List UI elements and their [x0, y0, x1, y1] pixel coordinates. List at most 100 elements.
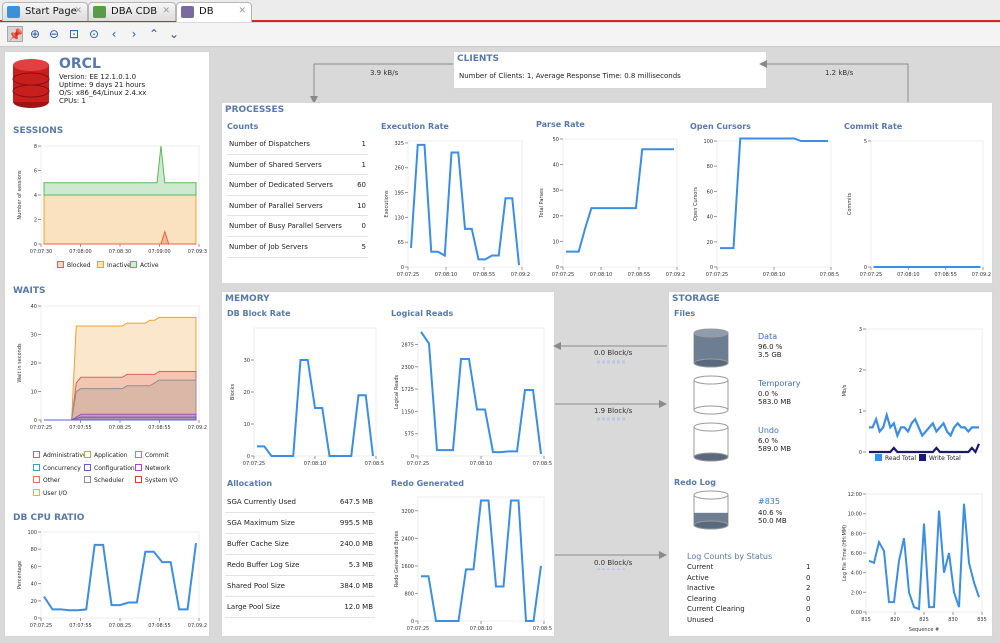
y-tick-label: 3200	[401, 509, 414, 515]
forward-icon[interactable]: ›	[126, 26, 142, 42]
x-tick-label: 07:08:55	[533, 626, 552, 632]
zoom-out-icon[interactable]: ⊖	[46, 26, 62, 42]
waits-title: WAITS	[13, 286, 46, 296]
pin-icon[interactable]: 📌	[7, 26, 23, 42]
y-tick-label: 0	[247, 454, 250, 460]
x-tick-label: 07:07:25	[397, 272, 419, 278]
y-tick-label: 130	[394, 215, 404, 221]
x-tick-label: 07:08:10	[470, 626, 492, 632]
close-icon[interactable]: ✕	[238, 3, 246, 20]
files-title: Files	[674, 309, 696, 318]
count-label: Number of Parallel Servers	[229, 201, 323, 210]
allocation-label: Buffer Cache Size	[227, 540, 289, 548]
y-tick-label: 2300	[401, 365, 414, 371]
cursors-title: Open Cursors	[690, 122, 751, 131]
tab-bar: ? Start Page ✕ DBA CDB ✕ DB Instance ✕	[0, 0, 1000, 34]
y-axis-label: Blocks	[230, 384, 236, 401]
count-label: Number of Dedicated Servers	[229, 181, 333, 190]
y-tick-label: 12:00	[848, 492, 862, 498]
x-tick-label: 07:08:55	[365, 461, 384, 467]
file-pct: 96.0 %	[758, 343, 783, 351]
logcount-value: 2	[806, 584, 811, 593]
y-tick-label: 0	[710, 265, 713, 271]
allocation-value: 240.0 MB	[339, 540, 373, 548]
db-uptime: Uptime: 9 days 21 hours	[59, 81, 146, 89]
redo-size: 50.0 MB	[758, 517, 787, 525]
x-tick-label: 07:08:10	[435, 272, 457, 278]
legend-waits-item: User I/O	[33, 488, 67, 497]
tab-dba-cdb[interactable]: DBA CDB ✕	[88, 2, 176, 21]
logreads-chart: 0 575 1150 1725 2300 2875 07:07:25 07:08:10 07:0…	[388, 320, 555, 470]
y-tick-label: 4:00	[851, 571, 862, 577]
counts-row: Number of Job Servers 5	[227, 237, 368, 258]
y-tick-label: 0	[34, 616, 37, 622]
data-point	[958, 266, 960, 268]
tab-db-instance[interactable]: DB Instance ✕	[176, 2, 252, 34]
allocation-row: Shared Pool Size 384.0 MB	[225, 576, 375, 597]
zoom-reset-icon[interactable]: ⊙	[86, 26, 102, 42]
blockrate-title: DB Block Rate	[227, 309, 291, 318]
zoom-in-icon[interactable]: ⊕	[27, 26, 43, 42]
count-value: 10	[357, 201, 366, 210]
up-icon[interactable]: ⌃	[146, 26, 162, 42]
legend-waits-item: Application	[84, 451, 128, 459]
data-point	[894, 266, 896, 268]
zoom-fit-icon[interactable]: ⊡	[66, 26, 82, 42]
y-tick-label: 1	[859, 409, 862, 415]
redo-name[interactable]: #835	[758, 497, 780, 506]
redo-pct: 40.6 %	[758, 509, 783, 517]
block-flow-arrows	[553, 342, 667, 570]
y-axis-label: Wait in seconds	[17, 343, 23, 383]
memory-panel: MEMORY DB Block Rate 0 10 20 30 07:07:25 07:0…	[221, 291, 555, 637]
start-page-icon	[7, 6, 20, 18]
y-tick-label: 80	[31, 547, 37, 553]
redo-title: Redo Log	[674, 478, 716, 487]
processes-panel: PROCESSES Counts Number of Dispatchers 1 N…	[221, 102, 994, 284]
parse-chart: 0 10 20 30 40 50 07:07:25 07:08:10 07:08:55 07:09…	[533, 131, 688, 281]
data-point	[943, 266, 946, 268]
back-icon[interactable]: ‹	[106, 26, 122, 42]
client-arrows	[310, 60, 909, 104]
legend-active: Active	[130, 261, 159, 269]
toolbar: 📌 ⊕ ⊖ ⊡ ⊙ ‹ › ⌃ ⌄	[0, 23, 1000, 47]
file-name[interactable]: Temporary	[758, 379, 800, 388]
close-icon[interactable]: ✕	[74, 3, 82, 20]
logreads-title: Logical Reads	[391, 309, 454, 318]
down-icon[interactable]: ⌄	[166, 26, 182, 42]
counts-row: Number of Dedicated Servers 60	[227, 175, 368, 196]
file-name[interactable]: Data	[758, 332, 777, 341]
y-tick-label: 20	[553, 214, 559, 220]
close-icon[interactable]: ✕	[162, 3, 170, 20]
logcount-label: Unused	[687, 616, 714, 624]
y-tick-label: 40	[553, 163, 559, 169]
data-point	[880, 266, 882, 268]
x-tick-label: 07:09:00	[148, 249, 170, 255]
y-axis-label: Commits	[847, 192, 853, 215]
logcount-value: 0	[806, 616, 811, 624]
database-icon	[93, 6, 106, 18]
x-tick-label: 07:07:25	[30, 623, 52, 629]
y-tick-label: 4	[34, 193, 37, 199]
legend-waits-item: Configuration	[84, 463, 135, 472]
exec-title: Execution Rate	[381, 122, 449, 131]
x-tick-label: 07:07:30	[30, 249, 52, 255]
logcount-label: Current	[687, 563, 714, 571]
file-name[interactable]: Undo	[758, 426, 779, 435]
x-tick-label: 07:07:25	[706, 272, 728, 278]
db-cpus: CPUs: 1	[59, 97, 86, 105]
counts-row: Number of Busy Parallel Servers 0	[227, 216, 368, 237]
y-tick-label: 65	[398, 240, 404, 246]
x-tick-label: 07:09:25	[188, 425, 207, 431]
data-point	[887, 266, 889, 268]
y-tick-label: 30	[31, 333, 37, 339]
x-tick-label: 830	[948, 617, 958, 623]
exec-chart: 0 65 130 195 260 325 07:07:25 07:08:10 07:08:55 0…	[378, 133, 533, 281]
count-value: 60	[357, 181, 366, 190]
file-cylinder-icon	[693, 328, 729, 368]
x-tick-label: 07:07:25	[407, 626, 429, 632]
y-tick-label: 1600	[401, 564, 414, 570]
tab-start-page[interactable]: Start Page ✕	[2, 2, 88, 21]
y-tick-label: 195	[394, 191, 404, 197]
file-cylinder-icon	[693, 422, 729, 462]
x-tick-label: 07:07:25	[552, 272, 574, 278]
